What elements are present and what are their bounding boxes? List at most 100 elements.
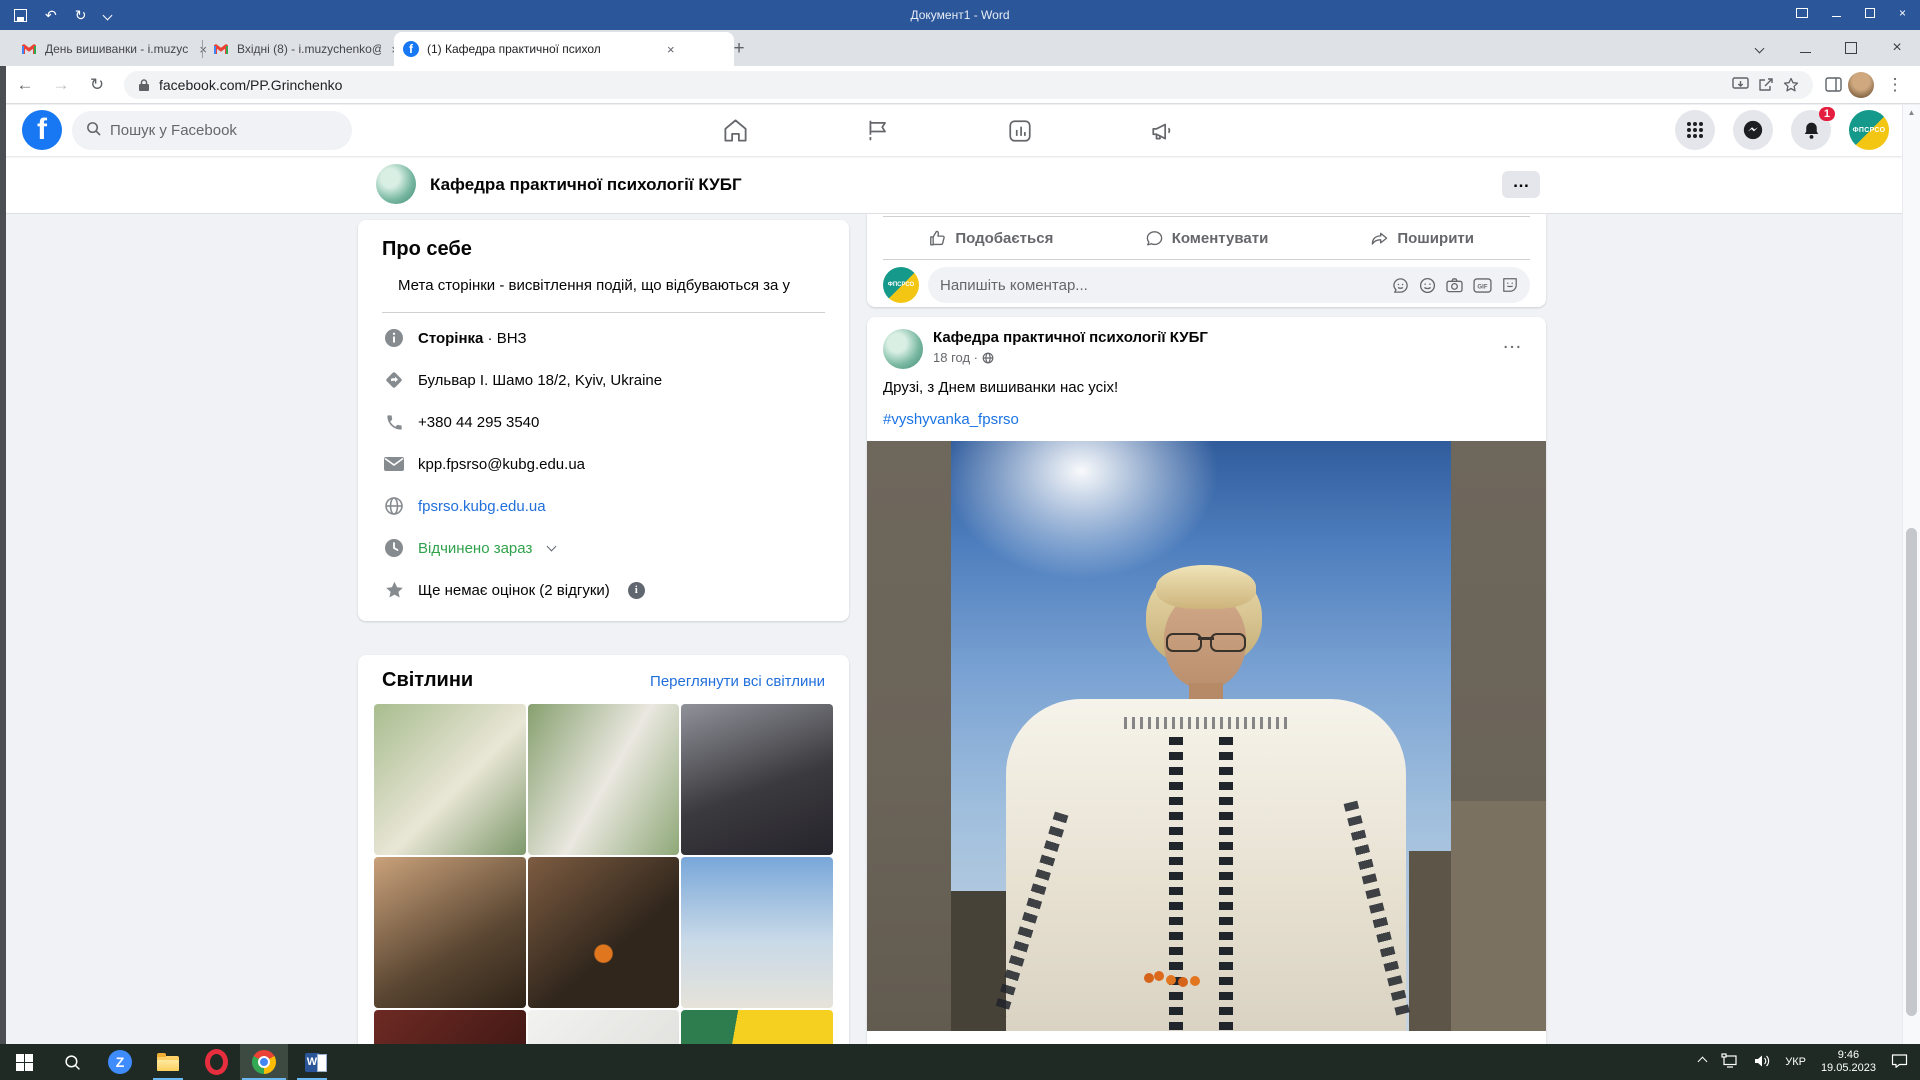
- tab-strip: День вишиванки - i.muzychenko × Вхідні (…: [0, 30, 1920, 66]
- network-icon[interactable]: [1721, 1053, 1739, 1071]
- photo-thumbnail[interactable]: [681, 704, 833, 855]
- chrome-minimize-icon[interactable]: [1782, 30, 1828, 66]
- about-row-email: kpp.fpsrso@kubg.edu.ua: [358, 443, 849, 485]
- word-restore-icon[interactable]: [1865, 8, 1875, 18]
- page-scrollbar[interactable]: ▲: [1902, 105, 1920, 1044]
- taskbar-search-button[interactable]: [48, 1044, 96, 1080]
- reload-button[interactable]: ↻: [82, 70, 112, 100]
- photo-thumbnail[interactable]: [374, 704, 526, 855]
- post-photo[interactable]: [867, 441, 1546, 1031]
- ad-center-megaphone-icon[interactable]: [1146, 118, 1180, 144]
- browser-profile-avatar[interactable]: [1848, 72, 1874, 98]
- notification-badge: 1: [1819, 107, 1835, 121]
- photo-grid: [374, 704, 833, 1044]
- page-more-button[interactable]: …: [1502, 171, 1540, 198]
- insights-chart-icon[interactable]: [1003, 118, 1037, 144]
- taskbar-file-explorer[interactable]: [144, 1044, 192, 1080]
- post-author-avatar[interactable]: [883, 329, 923, 369]
- share-icon[interactable]: [1758, 77, 1774, 92]
- sticker-icon[interactable]: [1502, 277, 1518, 293]
- post-hashtag-link[interactable]: #vyshyvanka_fpsrso: [867, 396, 1546, 428]
- action-center-icon[interactable]: [1891, 1053, 1908, 1072]
- browser-menu-icon[interactable]: ⋮: [1880, 70, 1910, 100]
- messenger-icon[interactable]: [1733, 110, 1773, 150]
- start-button[interactable]: [0, 1044, 48, 1080]
- word-close-icon[interactable]: ×: [1899, 6, 1906, 20]
- taskbar-zoom-app[interactable]: [96, 1044, 144, 1080]
- bookmark-star-icon[interactable]: [1783, 77, 1799, 93]
- share-button[interactable]: Поширити: [1314, 229, 1530, 248]
- lock-icon[interactable]: [138, 78, 150, 92]
- open-status: Відчинено зараз: [418, 540, 532, 557]
- page-website-link[interactable]: fpsrso.kubg.edu.ua: [418, 498, 546, 515]
- photo-thumbnail[interactable]: [528, 857, 680, 1008]
- post-timestamp[interactable]: 18 год ·: [933, 350, 1208, 365]
- facebook-logo[interactable]: [22, 110, 62, 150]
- emoji-icon[interactable]: [1419, 277, 1436, 294]
- photo-thumbnail[interactable]: [528, 1010, 680, 1044]
- home-icon[interactable]: [718, 117, 752, 144]
- post-more-icon[interactable]: …: [1496, 329, 1530, 356]
- browser-toolbar: ← → ↻ facebook.com/PP.Grinchenko ⋮: [0, 66, 1920, 104]
- photo-thumbnail[interactable]: [528, 704, 680, 855]
- facebook-search-input[interactable]: Пошук у Facebook: [72, 111, 352, 150]
- star-icon: [382, 580, 406, 601]
- word-window-edge: [0, 66, 6, 1044]
- word-minimize-icon[interactable]: [1832, 15, 1841, 17]
- tab-gmail-inbox[interactable]: Вхідні (8) - i.muzychenko@kubg. ×: [204, 32, 410, 66]
- scrollbar-thumb[interactable]: [1906, 528, 1917, 1016]
- opera-icon: [205, 1049, 228, 1075]
- about-row-hours[interactable]: Відчинено зараз: [358, 527, 849, 569]
- back-button[interactable]: ←: [10, 70, 40, 100]
- scroll-up-icon[interactable]: ▲: [1903, 105, 1920, 121]
- taskbar-word[interactable]: [288, 1044, 336, 1080]
- like-button[interactable]: Подобається: [883, 229, 1099, 248]
- tab-facebook-active[interactable]: (1) Кафедра практичної психол ×: [394, 32, 734, 66]
- page-title: Кафедра практичної психології КУБГ: [430, 156, 742, 213]
- pages-flag-icon[interactable]: [861, 118, 895, 144]
- chevron-down-icon[interactable]: [547, 542, 557, 552]
- notifications-bell-icon[interactable]: 1: [1791, 110, 1831, 150]
- photo-thumbnail[interactable]: [374, 1010, 526, 1044]
- avatar-sticker-icon[interactable]: [1392, 277, 1409, 294]
- address-bar[interactable]: facebook.com/PP.Grinchenko: [124, 71, 1813, 99]
- side-panel-icon[interactable]: [1825, 77, 1842, 92]
- rating-info-icon[interactable]: i: [628, 582, 645, 599]
- apps-menu-icon[interactable]: [1675, 110, 1715, 150]
- search-icon: [86, 121, 101, 140]
- language-indicator[interactable]: УКР: [1785, 1056, 1806, 1068]
- new-tab-button[interactable]: +: [726, 36, 752, 62]
- zoom-app-icon: [108, 1050, 132, 1074]
- photos-card: Світлини Переглянути всі світлини: [358, 655, 849, 1044]
- photo-portrait-area: [951, 441, 1451, 1031]
- post-author[interactable]: Кафедра практичної психології КУБГ: [933, 329, 1208, 346]
- comment-input[interactable]: Напишіть коментар... GIF: [928, 267, 1530, 303]
- ribbon-display-options-icon[interactable]: [1796, 8, 1808, 18]
- taskbar-clock[interactable]: 9:46 19.05.2023: [1821, 1049, 1876, 1075]
- page-avatar[interactable]: [376, 164, 416, 204]
- tab-gmail-vyshyvanka[interactable]: День вишиванки - i.muzychenko ×: [12, 32, 218, 66]
- comment-avatar[interactable]: ФПСРСО: [883, 267, 919, 303]
- tab-close-icon[interactable]: ×: [665, 42, 677, 57]
- tab-search-icon[interactable]: [1736, 30, 1782, 66]
- speaker-icon[interactable]: [1754, 1054, 1770, 1071]
- taskbar-chrome-active[interactable]: [240, 1044, 288, 1080]
- photo-thumbnail[interactable]: [681, 857, 833, 1008]
- search-icon: [64, 1054, 81, 1071]
- photo-thumbnail[interactable]: [681, 1010, 833, 1044]
- forward-button[interactable]: →: [46, 70, 76, 100]
- tray-chevron-up-icon[interactable]: [1699, 1056, 1706, 1068]
- facebook-icon: [403, 41, 419, 57]
- profile-avatar[interactable]: ФПСРСО: [1849, 110, 1889, 150]
- see-all-photos-link[interactable]: Переглянути всі світлини: [650, 673, 825, 690]
- privacy-globe-icon: [982, 352, 994, 364]
- taskbar-opera[interactable]: [192, 1044, 240, 1080]
- chrome-close-icon[interactable]: ×: [1874, 30, 1920, 66]
- install-icon[interactable]: [1732, 77, 1749, 92]
- gif-icon[interactable]: GIF: [1473, 278, 1492, 293]
- camera-icon[interactable]: [1446, 278, 1463, 293]
- photo-thumbnail[interactable]: [374, 857, 526, 1008]
- chrome-maximize-icon[interactable]: [1828, 30, 1874, 66]
- comment-button[interactable]: Коментувати: [1099, 229, 1315, 248]
- word-titlebar: ↶ ↻ Документ1 - Word ×: [0, 0, 1920, 30]
